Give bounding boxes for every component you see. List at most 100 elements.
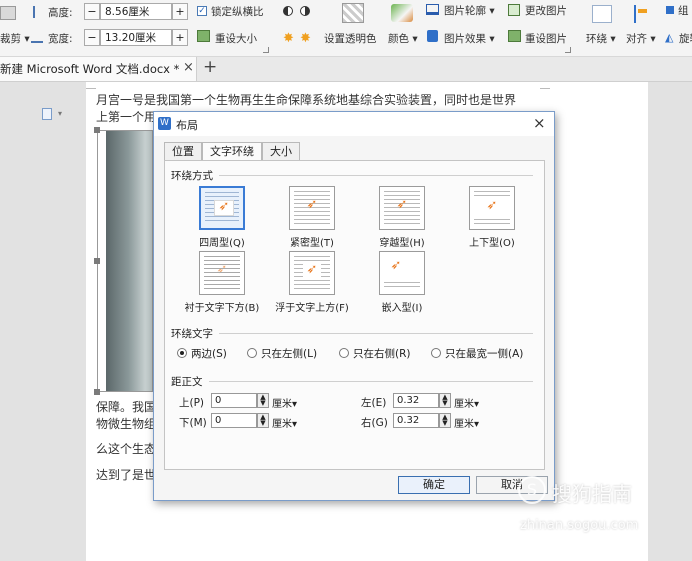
document-nav-icon[interactable] (42, 108, 52, 120)
tab-position[interactable]: 位置 (164, 142, 202, 160)
picture-effect-icon[interactable] (427, 30, 438, 42)
reset-size-icon[interactable] (197, 30, 210, 42)
dialog-title-bar[interactable]: W 布局 × (154, 112, 554, 136)
contrast-icon[interactable] (283, 6, 293, 16)
reset-picture-icon[interactable] (508, 30, 521, 42)
wrap-inline-option[interactable]: ➶ (379, 251, 425, 295)
picture-outline-label: 图片轮廓 (444, 5, 486, 17)
left-distance-unit[interactable]: 厘米▾ (454, 395, 479, 410)
wrap-right-only-radio[interactable] (339, 348, 349, 358)
tab-size[interactable]: 大小 (262, 142, 300, 160)
picture-outline-icon[interactable] (426, 4, 439, 15)
wrap-both-sides-label[interactable]: 两边(S) (191, 346, 227, 361)
left-distance-spinner[interactable]: ▲ ▼ (439, 393, 451, 408)
resize-handle[interactable] (94, 389, 100, 395)
wrap-button[interactable]: 环绕 ▾ (586, 31, 616, 46)
color-icon[interactable] (391, 4, 413, 22)
set-transparent-button[interactable]: 设置透明色 (324, 31, 377, 46)
wrap-in-front-option[interactable]: ➶ (289, 251, 335, 295)
document-tab-bar: 新建 Microsoft Word 文档.docx * × + (0, 57, 692, 82)
height-decrement[interactable]: − (84, 3, 100, 20)
ok-button[interactable]: 确定 (398, 476, 470, 494)
sun-icon[interactable]: ✸ (283, 31, 294, 46)
reset-size-button[interactable]: 重设大小 (215, 31, 257, 46)
bottom-distance-unit[interactable]: 厘米▾ (272, 415, 297, 430)
change-picture-button[interactable]: 更改图片 (525, 3, 567, 18)
chevron-down-icon[interactable]: ▾ (58, 109, 62, 118)
wrap-top-bottom-option[interactable]: ➶ (469, 186, 515, 230)
picture-outline-button[interactable]: 图片轮廓 ▾ (444, 3, 495, 18)
bottom-distance-label: 下(M) (179, 417, 207, 429)
brightness-icon[interactable] (300, 6, 310, 16)
wrap-behind-text-option[interactable]: ➶ (199, 251, 245, 295)
height-field[interactable]: 8.56厘米 (100, 3, 172, 20)
crop-button[interactable]: 裁剪 ▾ (0, 31, 30, 46)
change-picture-icon[interactable] (508, 4, 520, 16)
wrap-icon[interactable] (592, 5, 612, 23)
sun-dim-icon[interactable]: ✸ (300, 31, 311, 46)
wrap-largest-side-radio[interactable] (431, 348, 441, 358)
wrap-tight-option[interactable]: ➶ (289, 186, 335, 230)
right-distance-field[interactable]: 0.32 (393, 413, 439, 428)
top-distance-field[interactable]: 0 (211, 393, 257, 408)
rotate-button[interactable]: 旋转 (679, 31, 692, 46)
set-transparent-icon[interactable] (342, 3, 364, 23)
align-icon[interactable] (634, 5, 650, 23)
wrap-largest-side-label[interactable]: 只在最宽一侧(A) (445, 346, 523, 361)
wrap-top-bottom-lines (474, 219, 510, 225)
color-label: 颜色 (388, 33, 409, 45)
group-divider (219, 175, 533, 176)
combine-icon[interactable] (666, 6, 674, 14)
reset-picture-button[interactable]: 重设图片 (525, 31, 567, 46)
wrap-square-option[interactable]: ➶ (199, 186, 245, 230)
document-line[interactable]: 上第一个用 (96, 108, 156, 125)
resize-handle[interactable] (94, 258, 100, 264)
rotate-icon[interactable]: ◭ (665, 31, 673, 44)
wrap-inline-label: 嵌入型(I) (381, 303, 423, 314)
bottom-distance-field[interactable]: 0 (211, 413, 257, 428)
document-line[interactable]: 保障。我国 (96, 398, 156, 415)
margin-corner-mark (540, 88, 550, 89)
unit-label: 厘米 (454, 419, 474, 430)
wrap-through-option[interactable]: ➶ (379, 186, 425, 230)
margin-corner-mark (86, 88, 96, 89)
wrap-left-only-label[interactable]: 只在左侧(L) (261, 346, 317, 361)
tab-text-wrapping[interactable]: 文字环绕 (202, 142, 262, 161)
height-increment[interactable]: + (172, 3, 188, 20)
left-distance-field[interactable]: 0.32 (393, 393, 439, 408)
crop-icon[interactable] (0, 6, 16, 20)
document-tab[interactable]: 新建 Microsoft Word 文档.docx * (0, 57, 197, 81)
document-tab-title: 新建 Microsoft Word 文档.docx * (0, 62, 180, 76)
document-line[interactable]: 么这个生态 (96, 440, 156, 457)
document-line[interactable]: 月宫一号是我国第一个生物再生生命保障系统地基综合实验装置，同时也是世界 (96, 91, 516, 108)
wrap-behind-text-icon (204, 256, 240, 290)
width-increment[interactable]: + (172, 29, 188, 46)
right-distance-unit[interactable]: 厘米▾ (454, 415, 479, 430)
wrap-through-label: 穿越型(H) (379, 238, 425, 249)
top-distance-unit[interactable]: 厘米▾ (272, 395, 297, 410)
ribbon-group-launcher-icon-2[interactable] (565, 47, 571, 53)
tab-size-label: 大小 (270, 145, 292, 158)
color-button[interactable]: 颜色 ▾ (388, 31, 418, 46)
new-tab-icon[interactable]: + (203, 57, 217, 77)
lock-ratio-checkbox[interactable]: ✓ (197, 6, 207, 16)
ribbon-group-launcher-icon[interactable] (263, 47, 269, 53)
picture-effect-button[interactable]: 图片效果 ▾ (444, 31, 495, 46)
wrap-square-label: 四周型(Q) (199, 238, 245, 249)
bottom-distance-spinner[interactable]: ▲ ▼ (257, 413, 269, 428)
wrap-both-sides-radio[interactable] (177, 348, 187, 358)
close-icon[interactable]: × (533, 114, 546, 132)
wrap-left-only-radio[interactable] (247, 348, 257, 358)
document-line[interactable]: 达到了是世 (96, 466, 156, 483)
right-distance-spinner[interactable]: ▲ ▼ (439, 413, 451, 428)
width-decrement[interactable]: − (84, 29, 100, 46)
combine-label[interactable]: 组 (678, 3, 689, 18)
align-button[interactable]: 对齐 ▾ (626, 31, 656, 46)
close-tab-icon[interactable]: × (183, 60, 194, 75)
top-distance-spinner[interactable]: ▲ ▼ (257, 393, 269, 408)
wrap-right-only-label[interactable]: 只在右侧(R) (353, 346, 411, 361)
resize-handle[interactable] (94, 127, 100, 133)
document-line[interactable]: 物微生物组 (96, 415, 156, 432)
picture-icon: ➶ (303, 263, 321, 278)
width-field[interactable]: 13.20厘米 (100, 29, 172, 46)
